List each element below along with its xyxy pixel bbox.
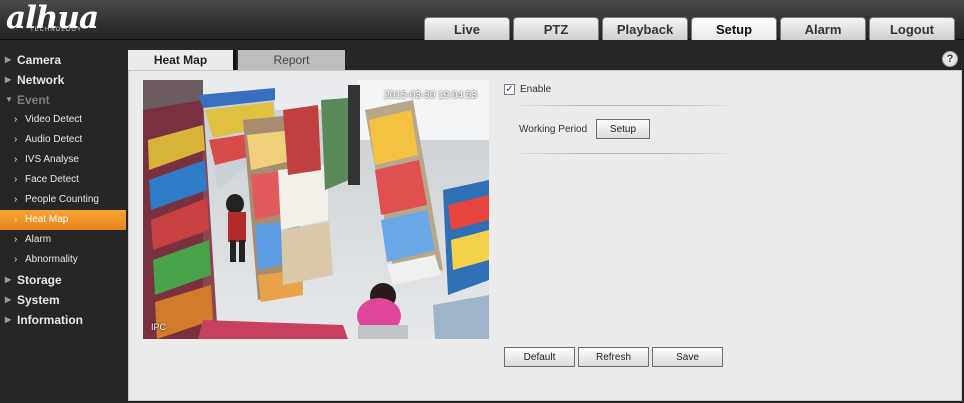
default-button[interactable]: Default xyxy=(504,347,575,367)
chevron-right-icon: › xyxy=(14,174,18,185)
sidebar-item-heat-map[interactable]: › Heat Map xyxy=(0,210,126,230)
triangle-right-icon: ▶ xyxy=(5,55,12,64)
sidebar: ▶ Camera ▶ Network ▼ Event › Video Detect › A… xyxy=(0,50,126,403)
sidebar-item-label: IVS Analyse xyxy=(25,154,79,165)
sidebar-item-label: Network xyxy=(17,73,65,87)
sidebar-item-label: Audio Detect xyxy=(25,134,83,145)
sidebar-item-network[interactable]: ▶ Network xyxy=(0,70,126,90)
brand-tagline: TECHNOLOGY xyxy=(30,27,83,33)
sidebar-item-system[interactable]: ▶ System xyxy=(0,290,126,310)
triangle-right-icon: ▶ xyxy=(5,75,12,84)
video-timestamp: 2015-03-30 19:04:53 xyxy=(384,90,477,101)
enable-label: Enable xyxy=(520,83,552,95)
sidebar-item-label: Face Detect xyxy=(25,174,79,185)
nav-tab-ptz[interactable]: PTZ xyxy=(513,17,599,40)
nav-tab-alarm[interactable]: Alarm xyxy=(780,17,866,40)
working-period-label: Working Period xyxy=(519,124,588,135)
working-period-setup-button[interactable]: Setup xyxy=(596,119,650,139)
sidebar-item-label: Alarm xyxy=(25,234,52,245)
triangle-right-icon: ▶ xyxy=(5,295,12,304)
heat-map-panel: 2015-03-30 19:04:53 IPC ✓ Enable Working… xyxy=(128,70,962,401)
app-window: alhua TECHNOLOGY Live PTZ Playback Setup… xyxy=(0,0,964,403)
content-tabs: Heat Map Report ? xyxy=(126,50,964,70)
sidebar-item-people-counting[interactable]: › People Counting xyxy=(0,190,126,210)
triangle-right-icon: ▶ xyxy=(5,275,12,284)
sidebar-item-label: Camera xyxy=(17,53,62,67)
header: alhua TECHNOLOGY Live PTZ Playback Setup… xyxy=(0,0,964,40)
top-nav: Live PTZ Playback Setup Alarm Logout xyxy=(424,17,955,40)
content-area: Heat Map Report ? 2015-03-30 19:04:53 IP… xyxy=(126,50,964,403)
tab-heat-map[interactable]: Heat Map xyxy=(128,50,236,70)
chevron-right-icon: › xyxy=(14,114,18,125)
triangle-down-icon: ▼ xyxy=(5,95,13,104)
sidebar-item-label: Storage xyxy=(17,273,62,287)
sidebar-item-face-detect[interactable]: › Face Detect xyxy=(0,170,126,190)
divider xyxy=(518,153,728,154)
chevron-right-icon: › xyxy=(14,134,18,145)
help-icon[interactable]: ? xyxy=(942,51,958,67)
chevron-right-icon: › xyxy=(14,254,18,265)
enable-row: ✓ Enable xyxy=(504,82,551,96)
sidebar-item-label: Heat Map xyxy=(25,214,69,225)
nav-tab-logout[interactable]: Logout xyxy=(869,17,955,40)
sidebar-item-ivs-analyse[interactable]: › IVS Analyse xyxy=(0,150,126,170)
sidebar-item-abnormality[interactable]: › Abnormality xyxy=(0,250,126,270)
tab-report[interactable]: Report xyxy=(238,50,345,70)
channel-label: IPC xyxy=(151,322,167,332)
chevron-right-icon: › xyxy=(14,214,18,225)
nav-tab-live[interactable]: Live xyxy=(424,17,510,40)
sidebar-item-label: Abnormality xyxy=(25,254,78,265)
chevron-right-icon: › xyxy=(14,154,18,165)
refresh-button[interactable]: Refresh xyxy=(578,347,649,367)
store-camera-image xyxy=(143,80,489,339)
sidebar-item-label: People Counting xyxy=(25,194,99,205)
sidebar-item-camera[interactable]: ▶ Camera xyxy=(0,50,126,70)
sidebar-item-storage[interactable]: ▶ Storage xyxy=(0,270,126,290)
sidebar-item-alarm[interactable]: › Alarm xyxy=(0,230,126,250)
enable-checkbox[interactable]: ✓ xyxy=(504,83,515,95)
chevron-right-icon: › xyxy=(14,194,18,205)
save-button[interactable]: Save xyxy=(652,347,723,367)
sidebar-item-information[interactable]: ▶ Information xyxy=(0,310,126,330)
sidebar-item-label: System xyxy=(17,293,60,307)
sidebar-item-audio-detect[interactable]: › Audio Detect xyxy=(0,130,126,150)
nav-tab-setup[interactable]: Setup xyxy=(691,17,777,40)
sidebar-item-label: Information xyxy=(17,313,83,327)
divider xyxy=(518,105,728,106)
triangle-right-icon: ▶ xyxy=(5,315,12,324)
chevron-right-icon: › xyxy=(14,234,18,245)
sidebar-item-label: Video Detect xyxy=(25,114,83,125)
sidebar-item-video-detect[interactable]: › Video Detect xyxy=(0,110,126,130)
sidebar-item-event[interactable]: ▼ Event xyxy=(0,90,126,110)
video-preview: 2015-03-30 19:04:53 IPC xyxy=(143,80,489,339)
nav-tab-playback[interactable]: Playback xyxy=(602,17,688,40)
sidebar-item-label: Event xyxy=(17,93,50,107)
